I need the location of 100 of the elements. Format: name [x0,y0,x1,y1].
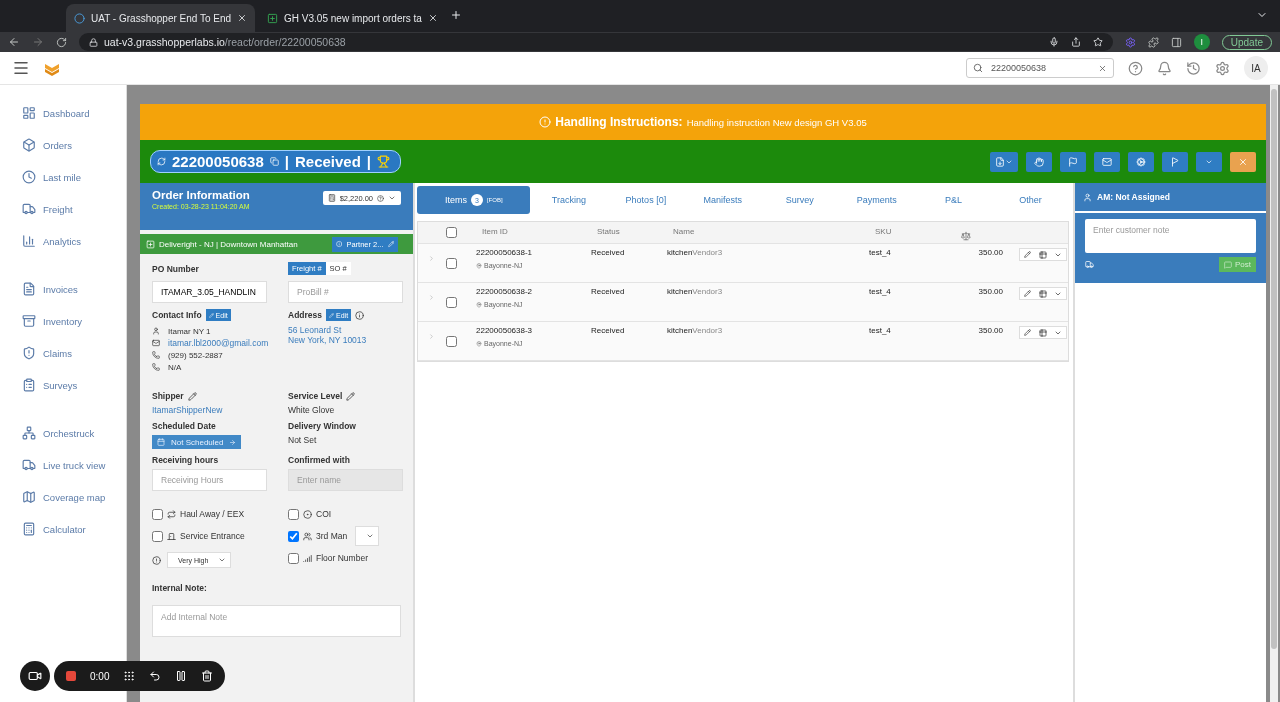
copy-icon [269,157,279,166]
flag-button[interactable] [1060,151,1086,172]
account-manager: AM: Not Assigned [1097,192,1170,202]
alert-icon [152,555,161,565]
mic-icon [1048,37,1059,47]
order-status-pill: 22200050638 | Received | [150,150,402,173]
clipboard-icon [22,378,36,392]
help-icon [377,194,384,202]
mail-icon [152,339,160,347]
address-line[interactable]: New York, NY 10013 [288,335,367,345]
clear-icon [1098,63,1107,73]
address-line[interactable]: 56 Leonard St [288,325,342,335]
sidebar-item[interactable]: Coverage map [22,481,126,513]
item-id: 22200050638-1 [476,248,534,257]
table-icon [1038,250,1047,259]
edit-icon [1024,251,1031,258]
sidebar-item[interactable]: Live truck view [22,449,126,481]
checkbox[interactable] [288,530,299,542]
address-bar[interactable]: uat-v3.grasshopperlabs.io/react/order/22200050638 [79,33,1113,51]
checkbox[interactable] [152,530,163,542]
customer-note-field[interactable]: Enter customer note [1085,219,1256,253]
info-icon [336,240,343,248]
tab[interactable]: Payments [838,186,916,214]
checkbox[interactable] [288,508,299,520]
tab[interactable]: Photos [0] [607,186,685,214]
close-button[interactable] [1230,151,1256,172]
order-info-title: Order Information [152,189,250,201]
settings-button[interactable] [1128,151,1154,172]
user-avatar[interactable]: IA [1244,56,1268,80]
sidebar-item[interactable]: Orchestruck [22,417,126,449]
people-icon [303,531,312,541]
contact-text: N/A [168,362,182,372]
browser-tab[interactable]: GH V3.05 new import orders ta [259,4,446,32]
tab[interactable]: Manifests [684,186,762,214]
star-icon [1092,37,1103,47]
schedule-button[interactable]: Not Scheduled [152,435,242,449]
pause-icon [175,670,188,682]
item-name: kitchenVendor3 [667,248,724,257]
mail-button[interactable] [1094,151,1120,172]
video-icon [28,669,42,683]
sidebar-item[interactable]: Calculator [22,513,126,545]
receiving-label: Receiving hours [152,455,220,465]
row-checkbox[interactable] [446,336,457,347]
option-label: COI [316,509,332,519]
browser-tab[interactable]: UAT - Grasshopper End To End [66,4,256,32]
signal-icon [303,553,312,563]
sidebar-item[interactable]: Freight [22,193,126,225]
table-icon [1038,328,1047,337]
sidebar-item[interactable]: Inventory [22,305,126,337]
po-label: PO Number [152,262,200,275]
tab[interactable]: Other [992,186,1070,214]
contact-text: Itamar NY 1 [168,326,211,336]
panel-icon [1170,36,1182,48]
undo-icon [149,670,162,682]
pin-icon [476,301,482,308]
row-checkbox[interactable] [446,258,457,269]
calculator-icon [22,522,36,536]
receiving-hours-field[interactable]: Receiving Hours [152,469,267,491]
hand-button[interactable] [1026,151,1052,172]
flag-check-button[interactable] [1162,151,1188,172]
shield-icon [22,346,36,360]
tab[interactable]: Tracking [530,186,608,214]
item-sku: test_4 [869,326,892,335]
camera-button[interactable] [20,661,50,691]
search-field[interactable]: 22200050638 [966,58,1114,78]
profile-avatar[interactable]: I [1193,34,1210,50]
row-checkbox[interactable] [446,297,457,308]
document-button[interactable] [990,151,1018,172]
probill-field[interactable]: ProBill # [288,281,403,303]
door-icon [167,531,176,541]
sidebar-item[interactable]: Last mile [22,161,126,193]
stop-icon[interactable] [66,671,76,681]
trophy-icon [377,155,391,168]
sidebar-item[interactable]: Invoices [22,273,126,305]
checkbox[interactable] [288,552,299,564]
menu-icon [12,59,30,77]
service-level-label: Service Level [288,391,343,401]
po-number-field[interactable]: ITAMAR_3.05_HANDLIN [152,281,267,303]
sidebar-item[interactable]: Dashboard [22,97,126,129]
tab[interactable]: Survey [761,186,839,214]
dashboard-icon [22,106,36,120]
flag-icon [1170,156,1180,167]
address-label: Address [288,310,322,320]
sidebar-item[interactable]: Claims [22,337,126,369]
sidebar-item[interactable]: Surveys [22,369,126,401]
edit-icon [346,391,356,401]
sidebar-item[interactable]: Orders [22,129,126,161]
tab[interactable]: P&L [915,186,993,214]
trash-icon [201,670,214,682]
chart-icon [22,234,36,248]
select-all-checkbox[interactable] [446,227,457,238]
edit-icon [387,240,394,248]
mail-icon [1102,156,1112,167]
sidebar-item[interactable]: Analytics [22,225,126,257]
internal-note-field[interactable]: Add Internal Note [152,605,401,637]
column-header: SKU [874,227,893,236]
checkbox[interactable] [152,508,163,520]
shipper-link[interactable]: ItamarShipperNew [152,405,288,415]
caret-icon [218,556,227,564]
contact-email[interactable]: itamar.lbl2000@gmail.com [168,338,269,348]
